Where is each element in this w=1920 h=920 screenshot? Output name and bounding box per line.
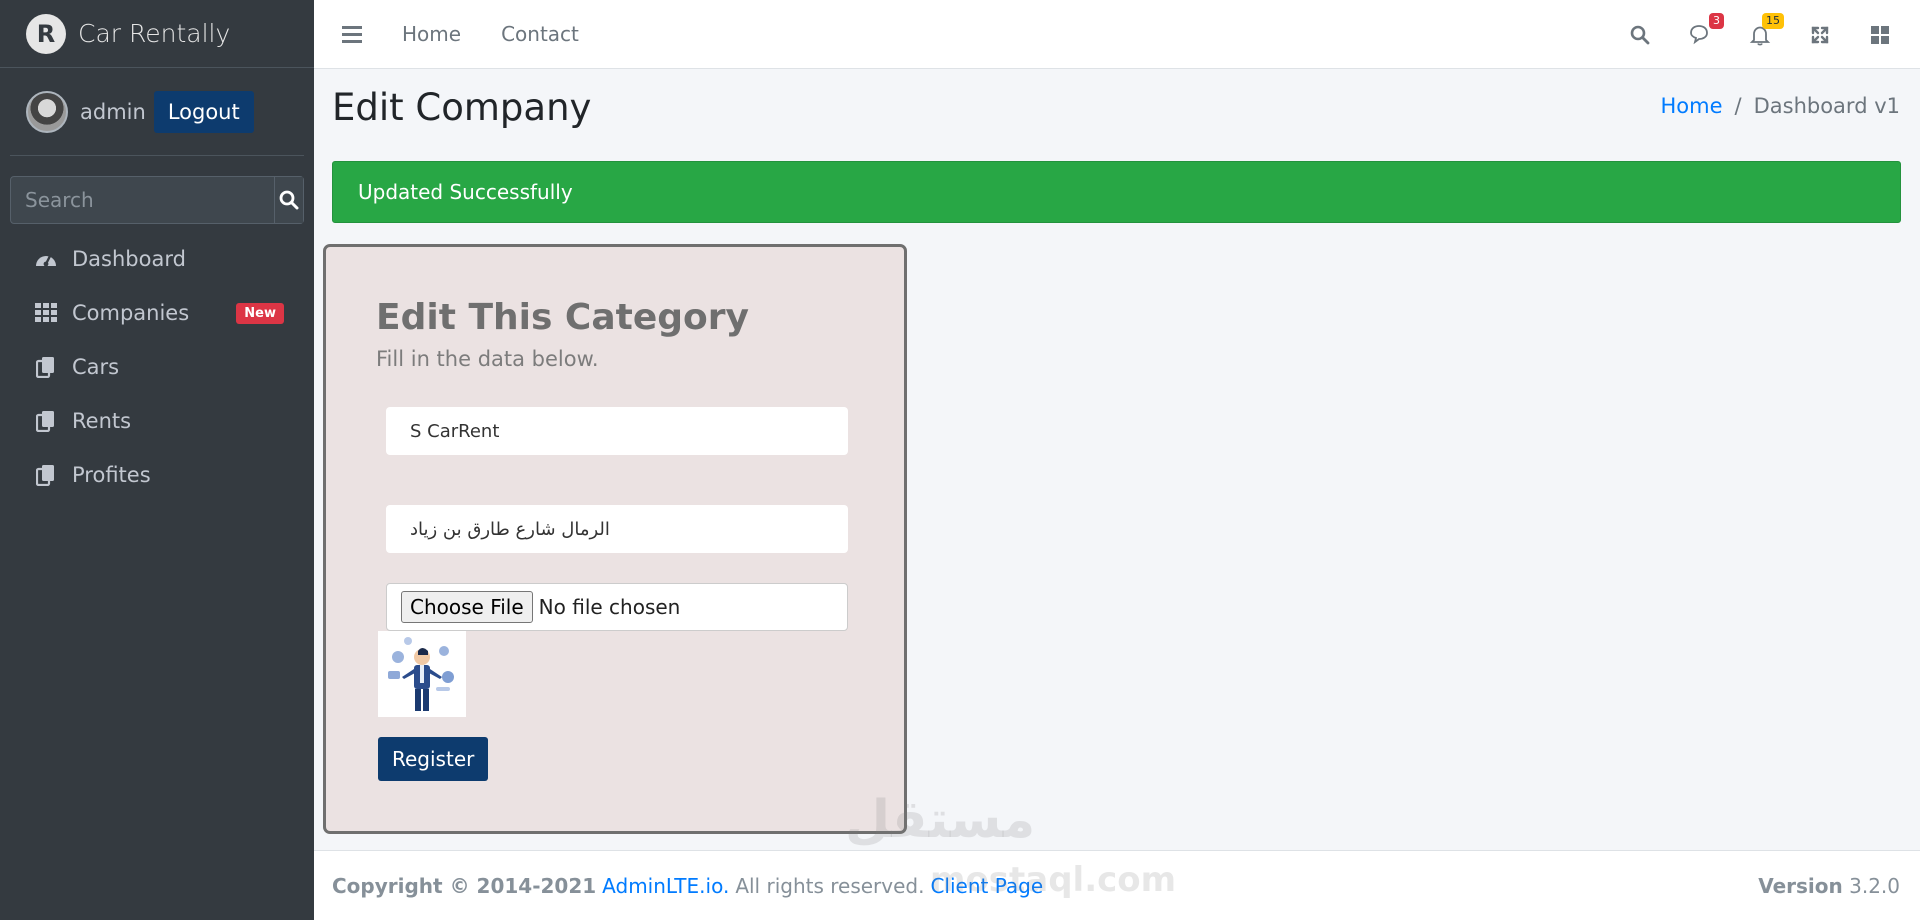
sidebar: R Car Rentally admin Logout Dashboard Co… [0,0,314,920]
register-button[interactable]: Register [378,737,489,781]
company-address-input[interactable]: الرمال شارع طارق بن زياد [386,505,848,553]
company-address-value: الرمال شارع طارق بن زياد [410,518,610,540]
logo-file-input[interactable]: Choose File No file chosen [386,583,848,631]
version-info: Version 3.2.0 [1758,874,1900,898]
messages-count-badge: 3 [1709,12,1724,29]
sidebar-item-label: Companies [72,301,190,325]
company-name-input[interactable]: S CarRent [386,407,848,455]
sidebar-item-dashboard[interactable]: Dashboard [0,232,314,286]
avatar [26,90,68,133]
nav-link-home[interactable]: Home [402,22,461,46]
sidebar-search-button[interactable] [274,177,303,223]
breadcrumb: Home / Dashboard v1 [1661,94,1901,118]
menu-toggle-icon[interactable] [342,25,362,43]
version-label: Version [1758,873,1843,898]
th-large-icon [1871,25,1889,44]
sidebar-search [10,176,304,224]
brand-logo-icon: R [26,13,66,54]
navbar-right: 3 15 [1628,0,1892,69]
expand-icon [1811,26,1829,43]
alert-text: Updated Successfully [358,180,573,204]
rights-text: All rights reserved. [735,873,925,898]
navbar-search-button[interactable] [1628,23,1652,47]
sidebar-item-label: Dashboard [72,247,186,271]
form-subtitle: Fill in the data below. [376,347,599,371]
breadcrumb-home-link[interactable]: Home [1661,94,1723,118]
adminlte-link[interactable]: AdminLTE.io. [602,874,729,898]
notifications-button[interactable]: 15 [1748,12,1784,47]
sidebar-search-input[interactable] [11,177,274,223]
fullscreen-button[interactable] [1808,23,1832,47]
copy-icon [34,355,58,379]
logout-button[interactable]: Logout [153,90,254,133]
sidebar-item-companies[interactable]: Companies New [0,286,314,340]
notifications-count-badge: 15 [1762,12,1784,29]
copy-icon [34,463,58,487]
success-alert: Updated Successfully [332,161,1901,223]
sidebar-item-label: Profites [72,463,151,487]
company-name-value: S CarRent [410,420,500,442]
tachometer-icon [34,247,58,271]
brand-name: Car Rentally [78,19,231,48]
new-badge: New [236,302,284,324]
watermark-site: mostaql.com [930,860,1177,900]
watermark-arabic: مستقل [845,790,1036,850]
grid-icon [34,301,58,325]
sidebar-nav: Dashboard Companies New Cars Rents Profi… [0,232,314,502]
top-navbar: Home Contact 3 15 [314,0,1920,69]
nav-link-contact[interactable]: Contact [501,22,579,46]
no-file-text: No file chosen [538,595,681,619]
copyright-text: Copyright © 2014-2021 [332,873,597,898]
sidebar-item-label: Cars [72,355,120,379]
brand-link[interactable]: R Car Rentally [0,0,314,68]
sidebar-item-label: Rents [72,409,132,433]
copy-icon [34,409,58,433]
messages-button[interactable]: 3 [1688,12,1724,47]
form-title: Edit This Category [376,297,749,338]
person-illustration-icon [388,637,454,711]
version-value: 3.2.0 [1849,873,1900,898]
comments-icon [1690,24,1708,44]
search-icon [1630,25,1650,44]
edit-company-card: Edit This Category Fill in the data belo… [323,244,907,834]
page-title: Edit Company [332,86,592,129]
control-sidebar-button[interactable] [1868,23,1892,47]
user-name[interactable]: admin [80,100,146,124]
breadcrumb-current: Dashboard v1 [1753,94,1900,118]
choose-file-button[interactable]: Choose File [401,591,533,623]
sidebar-item-rents[interactable]: Rents [0,394,314,448]
company-logo-preview [378,631,466,717]
sidebar-item-profites[interactable]: Profites [0,448,314,502]
search-icon [279,190,299,210]
breadcrumb-separator: / [1734,94,1742,118]
user-panel: admin Logout [10,68,304,156]
sidebar-item-cars[interactable]: Cars [0,340,314,394]
